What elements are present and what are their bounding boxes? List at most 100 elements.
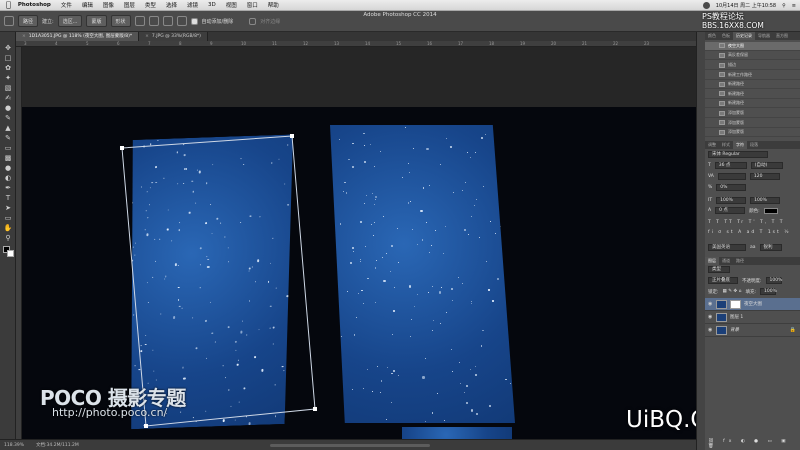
tab-paths[interactable]: 路径	[733, 257, 747, 265]
tab-navigator[interactable]: 导航器	[755, 32, 773, 40]
font-family-select[interactable]: 宋体 Regular	[708, 151, 768, 158]
menu-file[interactable]: 文件	[61, 1, 72, 9]
list-icon[interactable]: ≡	[792, 3, 796, 9]
path-anchor[interactable]	[290, 134, 294, 138]
dodge-tool-icon[interactable]: ◐	[3, 174, 13, 183]
path-anchor[interactable]	[120, 146, 124, 150]
opentype-buttons-row[interactable]: fi σ st A ad T 1st ½	[708, 230, 791, 235]
menu-filter[interactable]: 滤镜	[187, 1, 198, 9]
path-align-icon[interactable]	[148, 16, 159, 26]
menu-select[interactable]: 选择	[166, 1, 177, 9]
history-item[interactable]: 新建路径	[705, 100, 800, 109]
layer-row[interactable]: ◉ 背景 🔒	[705, 324, 800, 337]
background-color-swatch[interactable]	[7, 250, 14, 257]
app-menu[interactable]: Photoshop	[18, 2, 51, 8]
clone-stamp-icon[interactable]: ▲	[3, 124, 13, 133]
eye-icon[interactable]: ◉	[708, 314, 713, 320]
lasso-tool-icon[interactable]: ✿	[3, 64, 13, 73]
tab-color[interactable]: 颜色	[705, 32, 719, 40]
path-arrange-icon[interactable]	[162, 16, 173, 26]
layer-row[interactable]: ◉ 夜空大图	[705, 298, 800, 311]
tab-adjustments[interactable]: 调整	[705, 141, 719, 149]
layer-name[interactable]: 背景	[730, 327, 739, 333]
tab-paragraph[interactable]: 段落	[747, 141, 761, 149]
kerning-field[interactable]	[717, 173, 746, 180]
layers-footer[interactable]: ⛓ fx ◐ ● ▭ ▣ 🗑	[708, 439, 800, 449]
menu-window[interactable]: 窗口	[247, 1, 258, 9]
menu-layer[interactable]: 图层	[124, 1, 135, 9]
canvas[interactable]	[22, 47, 696, 439]
history-item[interactable]: 添加蒙版	[705, 109, 800, 118]
doc-size[interactable]: 文档:34.2M/111.2M	[36, 442, 79, 448]
tab-swatches[interactable]: 色板	[719, 32, 733, 40]
path-anchor[interactable]	[313, 407, 317, 411]
text-color-swatch[interactable]	[763, 207, 778, 214]
tracking-field[interactable]: 120	[749, 173, 780, 180]
mode-select[interactable]: 路径	[18, 15, 39, 27]
shape-tool-icon[interactable]: ▭	[3, 214, 13, 223]
style-buttons-row[interactable]: T T TT Tr T' T, T T	[708, 220, 785, 225]
apple-menu-icon[interactable]: 	[6, 1, 11, 9]
tab-history[interactable]: 历史记录	[733, 32, 755, 40]
hand-tool-icon[interactable]: ✋	[3, 224, 13, 233]
language-select[interactable]: 美国英语	[708, 244, 746, 251]
history-item[interactable]: 高反差保留	[705, 52, 800, 61]
shape-button[interactable]: 形状	[110, 15, 131, 27]
zoom-level[interactable]: 118.39%	[4, 443, 24, 448]
layer-kind-select[interactable]: 类型	[708, 266, 730, 273]
pen-tool-icon[interactable]	[4, 16, 14, 26]
gradient-tool-icon[interactable]: ▩	[3, 154, 13, 163]
path-anchor[interactable]	[144, 424, 148, 428]
path-outline[interactable]	[22, 47, 696, 439]
tab-histogram[interactable]: 直方图	[773, 32, 791, 40]
history-item[interactable]: 添加蒙版	[705, 128, 800, 138]
close-icon[interactable]: ×	[145, 34, 149, 39]
path-ops-icon[interactable]	[134, 16, 145, 26]
crop-tool-icon[interactable]: ▧	[3, 84, 13, 93]
auto-add-checkbox[interactable]	[190, 17, 198, 25]
baseline-shift-field[interactable]: 0 点	[715, 207, 746, 214]
layer-row[interactable]: ◉ 图层 1	[705, 311, 800, 324]
blur-tool-icon[interactable]: ●	[3, 164, 13, 173]
history-item[interactable]: 新建路径	[705, 90, 800, 99]
blend-mode-select[interactable]: 正片叠底	[708, 277, 738, 284]
marquee-tool-icon[interactable]: □	[3, 54, 13, 63]
gear-icon[interactable]	[176, 16, 187, 26]
menu-edit[interactable]: 编辑	[82, 1, 93, 9]
history-item[interactable]: 添加蒙版	[705, 119, 800, 128]
tab-channels[interactable]: 通道	[719, 257, 733, 265]
healing-brush-icon[interactable]: ●	[3, 104, 13, 113]
history-brush-icon[interactable]: ✎	[3, 134, 13, 143]
selection-button[interactable]: 选区...	[57, 15, 83, 27]
eye-icon[interactable]: ◉	[708, 301, 713, 307]
tab-styles[interactable]: 样式	[719, 141, 733, 149]
brush-tool-icon[interactable]: ✎	[3, 114, 13, 123]
antialias-select[interactable]: 锐利	[759, 244, 782, 251]
lock-icons[interactable]: ▦ ✎ ✥ ⌂	[723, 289, 742, 294]
menu-view[interactable]: 视图	[226, 1, 237, 9]
align-edges-checkbox[interactable]	[249, 17, 257, 25]
tsume-field[interactable]: 0%	[716, 184, 747, 191]
menu-help[interactable]: 帮助	[268, 1, 279, 9]
eye-icon[interactable]: ◉	[708, 327, 713, 333]
layer-name[interactable]: 夜空大图	[744, 301, 762, 307]
history-item[interactable]: 新建路径	[705, 80, 800, 90]
layer-name[interactable]: 图层 1	[730, 314, 743, 320]
eraser-icon[interactable]: ▭	[3, 144, 13, 153]
opacity-field[interactable]: 100%	[765, 277, 782, 284]
close-icon[interactable]: ×	[22, 34, 26, 39]
tab-document-2[interactable]: × 7.JPG @ 33%(RGB/8*)	[139, 32, 208, 41]
menu-image[interactable]: 图像	[103, 1, 114, 9]
eyedropper-icon[interactable]: ✍	[3, 94, 13, 103]
move-tool-icon[interactable]: ✥	[3, 44, 13, 53]
history-item[interactable]: 夜空大图	[705, 42, 800, 51]
horizontal-scale-field[interactable]: 100%	[750, 197, 781, 204]
user-avatar-icon[interactable]	[702, 2, 710, 9]
path-select-icon[interactable]: ➤	[3, 204, 13, 213]
menu-3d[interactable]: 3D	[208, 2, 216, 8]
tab-character[interactable]: 字符	[733, 141, 747, 149]
mask-button[interactable]: 蒙版	[86, 15, 107, 27]
history-item[interactable]: 新建工作路径	[705, 71, 800, 80]
clock[interactable]: 10月14日 周二 上午10:58	[716, 2, 776, 9]
spotlight-icon[interactable]: ⚲	[782, 3, 786, 9]
